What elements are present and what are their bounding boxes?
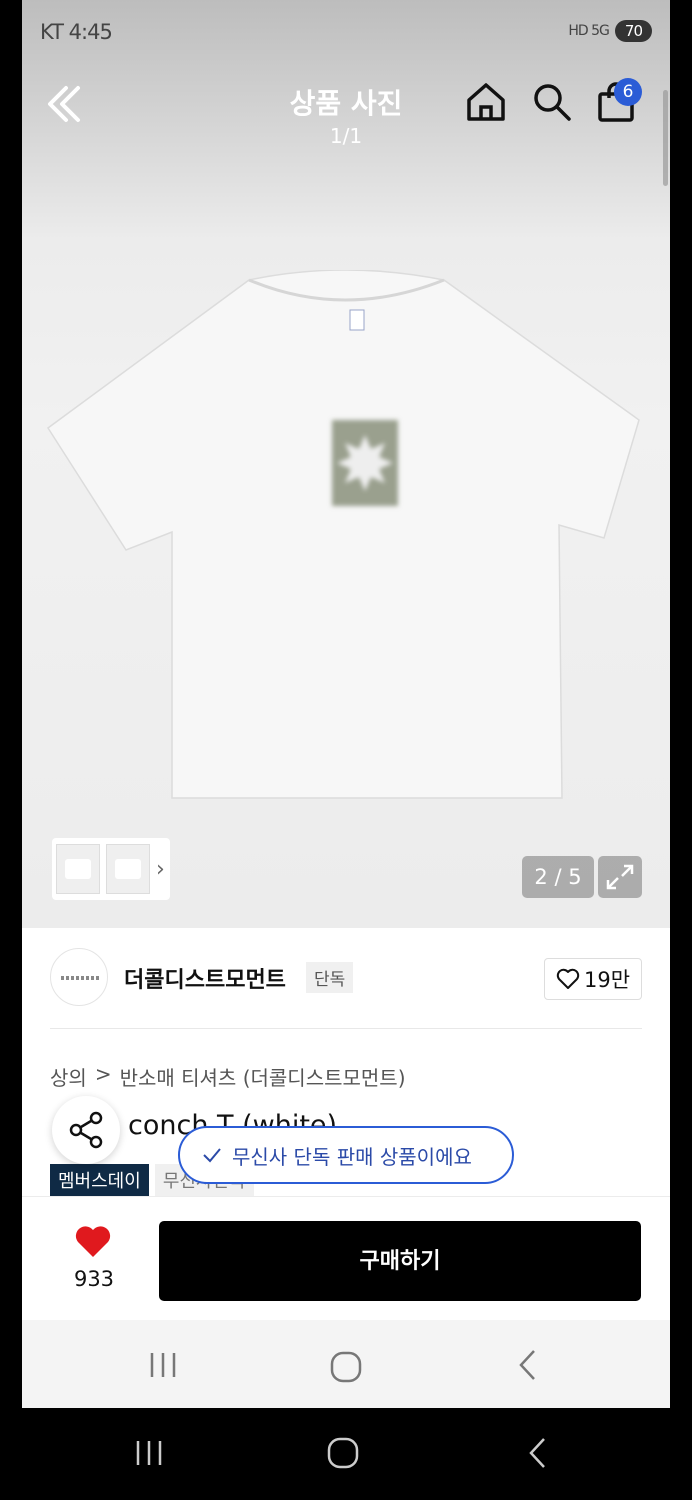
thumbnail[interactable] — [56, 844, 100, 894]
product-image[interactable] — [44, 270, 644, 810]
brand-like-count: 19만 — [583, 968, 631, 992]
brand-logo[interactable] — [50, 948, 108, 1006]
back-arrow-icon[interactable] — [516, 1348, 540, 1382]
product-gallery[interactable]: KT 4:45 HD 5G 70 상품 사진 1/1 6 › 2 / 5 — [22, 0, 670, 928]
thumbnail[interactable] — [106, 844, 150, 894]
thumbnail-strip[interactable]: › — [52, 838, 170, 900]
exclusive-badge: 단독 — [306, 962, 354, 993]
system-navigation-bar — [0, 1408, 692, 1500]
home-circle-icon[interactable] — [329, 1350, 363, 1384]
status-icons: HD 5G 70 — [568, 20, 652, 42]
breadcrumb-separator: > — [94, 1062, 112, 1086]
app-screen: KT 4:45 HD 5G 70 상품 사진 1/1 6 › 2 / 5 더콜디… — [22, 0, 670, 1408]
purchase-bar: 933 구매하기 — [22, 1196, 670, 1320]
home-icon[interactable] — [464, 80, 508, 124]
back-arrow-icon[interactable] — [526, 1436, 550, 1470]
brand-like-button[interactable]: 19만 — [544, 958, 642, 1000]
breadcrumb-subcategory[interactable]: 반소매 티셔츠 (더콜디스트모먼트) — [120, 1062, 406, 1091]
toast-text: 무신사 단독 판매 상품이에요 — [232, 1144, 472, 1169]
status-time: KT 4:45 — [40, 20, 113, 44]
inner-navigation-bar — [22, 1320, 670, 1408]
check-icon — [203, 1148, 221, 1163]
scrollbar[interactable] — [663, 90, 668, 186]
buy-button[interactable]: 구매하기 — [159, 1221, 641, 1301]
favorite-count: 933 — [73, 1267, 115, 1291]
breadcrumb: 상의 > 반소매 티셔츠 (더콜디스트모먼트) — [50, 1062, 406, 1091]
search-icon[interactable] — [530, 80, 574, 124]
recents-icon[interactable] — [148, 1350, 180, 1380]
expand-icon[interactable] — [598, 856, 642, 898]
exclusive-toast: 무신사 단독 판매 상품이에요 — [178, 1126, 514, 1184]
divider — [50, 1028, 642, 1029]
share-icon[interactable] — [52, 1096, 120, 1164]
cart-count-badge: 6 — [614, 78, 642, 106]
members-day-tag: 멤버스데이 — [50, 1164, 149, 1196]
brand-row[interactable]: 더콜디스트모먼트 단독 19만 — [50, 948, 642, 1012]
breadcrumb-category[interactable]: 상의 — [50, 1062, 87, 1091]
heart-outline-icon — [556, 968, 580, 989]
network-label: HD 5G — [568, 23, 610, 39]
page-indicator: 1/1 — [329, 124, 363, 148]
heart-filled-icon[interactable] — [74, 1225, 112, 1259]
image-counter: 2 / 5 — [522, 856, 594, 898]
battery-level: 70 — [614, 20, 652, 42]
brand-name[interactable]: 더콜디스트모먼트 — [124, 962, 286, 994]
recents-icon[interactable] — [134, 1438, 166, 1468]
home-circle-icon[interactable] — [326, 1436, 360, 1470]
chevron-right-icon[interactable]: › — [156, 857, 165, 882]
